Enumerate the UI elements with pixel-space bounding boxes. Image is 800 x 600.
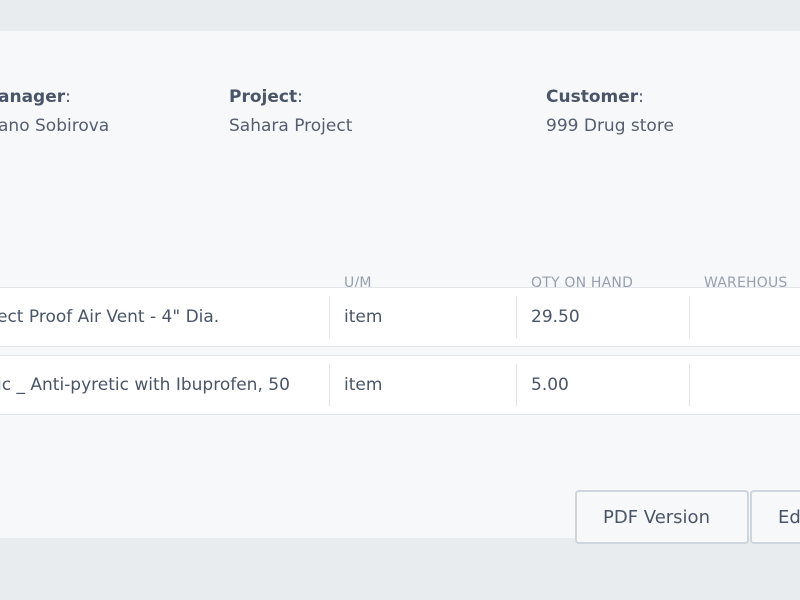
column-divider xyxy=(689,364,690,406)
pdf-version-button[interactable]: PDF Version xyxy=(575,490,749,544)
manager-info: anager: ano Sobirova xyxy=(0,87,109,136)
column-divider xyxy=(516,364,517,406)
project-value: Sahara Project xyxy=(229,116,353,136)
manager-label: anager: xyxy=(0,87,71,107)
customer-info: Customer: 999 Drug store xyxy=(546,87,674,136)
table-row[interactable]: ect Proof Air Vent - 4" Dia. item 29.50 xyxy=(0,287,800,347)
column-divider xyxy=(329,364,330,406)
customer-value: 999 Drug store xyxy=(546,116,674,136)
details-card: anager: ano Sobirova Project: Sahara Pro… xyxy=(0,31,800,544)
project-label: Project: xyxy=(229,87,303,107)
project-info: Project: Sahara Project xyxy=(229,87,352,136)
manager-value: ano Sobirova xyxy=(0,116,110,136)
column-divider xyxy=(689,296,690,338)
um-cell: item xyxy=(344,375,383,395)
qty-cell: 5.00 xyxy=(531,375,569,395)
item-name-cell: ect Proof Air Vent - 4" Dia. xyxy=(0,307,220,327)
um-cell: item xyxy=(344,307,383,327)
item-name-cell: ic _ Anti-pyretic with Ibuprofen, 50 xyxy=(0,375,290,395)
column-divider xyxy=(516,296,517,338)
warehouse-cell xyxy=(704,288,800,346)
customer-label: Customer: xyxy=(546,87,644,107)
qty-cell: 29.50 xyxy=(531,307,580,327)
edit-button[interactable]: Ed xyxy=(750,490,800,544)
warehouse-cell xyxy=(704,356,800,414)
column-divider xyxy=(329,296,330,338)
table-row[interactable]: ic _ Anti-pyretic with Ibuprofen, 50 ite… xyxy=(0,355,800,415)
